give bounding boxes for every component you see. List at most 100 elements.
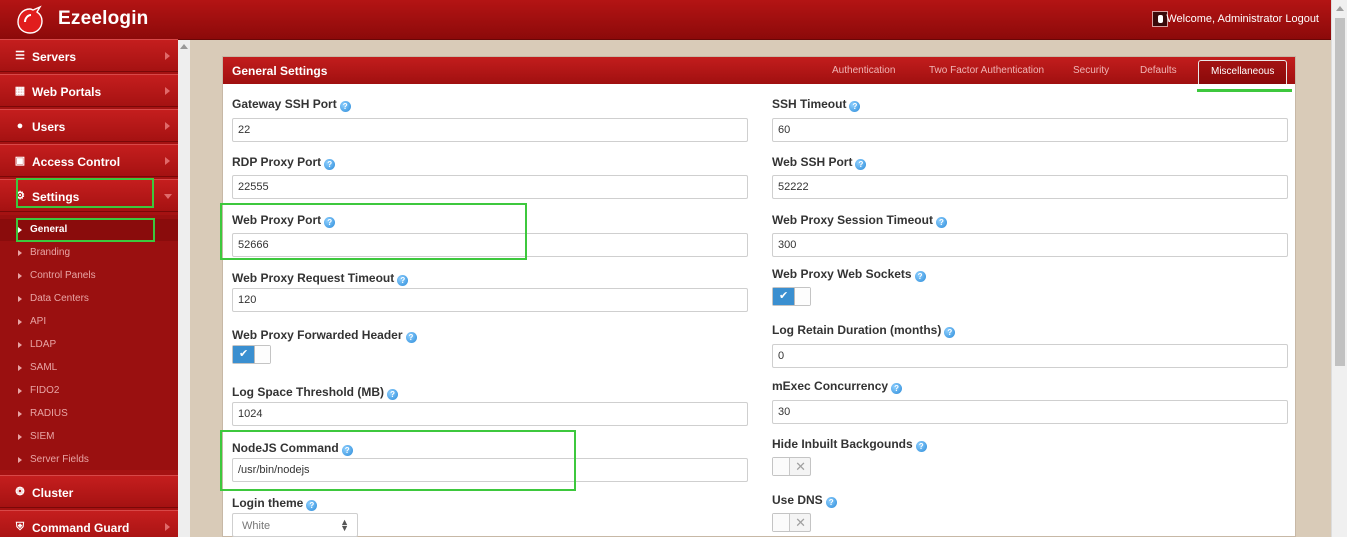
users-icon: ●: [16, 120, 24, 132]
web-ssh-port-input[interactable]: [772, 175, 1288, 199]
page-scrollbar[interactable]: [1331, 0, 1347, 537]
settings-submenu: General Branding Control Panels Data Cen…: [0, 215, 178, 470]
submenu-item-branding[interactable]: Branding: [0, 242, 178, 264]
help-icon[interactable]: ?: [397, 275, 409, 286]
submenu-item-server-fields[interactable]: Server Fields: [0, 449, 178, 471]
help-icon[interactable]: ?: [891, 383, 903, 394]
caret-right-icon: [165, 122, 170, 130]
scroll-up-icon[interactable]: [1336, 6, 1344, 11]
hide-inbuilt-backgrounds-label: Hide Inbuilt Backgounds?: [772, 437, 927, 452]
check-icon: [233, 346, 255, 363]
x-icon: ✕: [795, 459, 806, 474]
sidebar-item-label: Servers: [32, 50, 77, 64]
check-icon: [773, 288, 795, 305]
sidebar-item-command-guard[interactable]: ⛨ Command Guard: [0, 510, 178, 537]
sidebar-item-cluster[interactable]: ❂ Cluster: [0, 475, 178, 508]
mexec-concurrency-label: mExec Concurrency?: [772, 379, 903, 394]
help-icon[interactable]: ?: [387, 389, 399, 400]
welcome-logout[interactable]: Welcome, Administrator Logout: [1166, 13, 1319, 25]
sidebar-item-users[interactable]: ● Users: [0, 109, 178, 142]
web-proxy-web-sockets-toggle[interactable]: [772, 287, 811, 306]
tab-authentication[interactable]: Authentication: [832, 65, 895, 76]
log-space-threshold-label: Log Space Threshold (MB)?: [232, 385, 399, 400]
gateway-ssh-port-label: Gateway SSH Port?: [232, 97, 351, 112]
log-retain-duration-input[interactable]: [772, 344, 1288, 368]
sidebar-item-label: Cluster: [32, 486, 74, 500]
bullet-icon: [18, 296, 22, 302]
web-ssh-port-label: Web SSH Port?: [772, 155, 867, 170]
submenu-label: Data Centers: [30, 293, 89, 304]
highlight-general: [16, 218, 155, 242]
x-icon: ✕: [795, 515, 806, 530]
sidebar-scrollbar[interactable]: [178, 40, 190, 537]
help-icon[interactable]: ?: [849, 101, 861, 112]
log-space-threshold-input[interactable]: [232, 402, 748, 426]
highlight-nodejs-command: [220, 430, 576, 491]
submenu-item-ldap[interactable]: LDAP: [0, 334, 178, 356]
bullet-icon: [18, 319, 22, 325]
web-proxy-session-timeout-label: Web Proxy Session Timeout?: [772, 213, 947, 228]
web-proxy-session-timeout-input[interactable]: [772, 233, 1288, 257]
submenu-item-data-centers[interactable]: Data Centers: [0, 288, 178, 310]
rdp-proxy-port-input[interactable]: [232, 175, 748, 199]
sidebar-item-label: Command Guard: [32, 521, 130, 535]
mexec-concurrency-input[interactable]: [772, 400, 1288, 424]
submenu-item-radius[interactable]: RADIUS: [0, 403, 178, 425]
help-icon[interactable]: ?: [944, 327, 956, 338]
submenu-label: FIDO2: [30, 385, 60, 396]
toggle-knob: [794, 288, 810, 305]
tab-miscellaneous[interactable]: Miscellaneous: [1198, 60, 1288, 84]
bullet-icon: [18, 411, 22, 417]
submenu-label: LDAP: [30, 339, 57, 350]
ssh-timeout-label: SSH Timeout?: [772, 97, 861, 112]
submenu-label: Branding: [30, 247, 71, 258]
login-theme-value: White: [242, 520, 271, 532]
use-dns-toggle[interactable]: ✕: [772, 513, 811, 532]
log-retain-duration-label: Log Retain Duration (months)?: [772, 323, 956, 338]
bullet-icon: [18, 342, 22, 348]
submenu-item-api[interactable]: API: [0, 311, 178, 333]
tab-security[interactable]: Security: [1073, 65, 1109, 76]
highlight-settings: [16, 178, 154, 208]
submenu-item-siem[interactable]: SIEM: [0, 426, 178, 448]
help-icon[interactable]: ?: [915, 441, 927, 452]
help-icon[interactable]: ?: [324, 159, 336, 170]
scroll-up-icon[interactable]: [180, 44, 188, 49]
bullet-icon: [18, 365, 22, 371]
list-icon: ☰: [15, 50, 25, 62]
help-icon[interactable]: ?: [825, 497, 837, 508]
web-proxy-forwarded-header-toggle[interactable]: [232, 345, 271, 364]
brand-name[interactable]: Ezeelogin: [58, 8, 148, 30]
submenu-item-control-panels[interactable]: Control Panels: [0, 265, 178, 287]
caret-right-icon: [165, 52, 170, 60]
sidebar-item-web-portals[interactable]: ▦ Web Portals: [0, 74, 178, 107]
gateway-ssh-port-input[interactable]: [232, 118, 748, 142]
submenu-label: Server Fields: [30, 454, 89, 465]
shield-icon: ⛨: [15, 521, 25, 533]
cluster-icon: ❂: [15, 486, 25, 498]
submenu-label: API: [30, 316, 47, 327]
bullet-icon: [18, 388, 22, 394]
help-icon[interactable]: ?: [405, 332, 417, 343]
hide-inbuilt-backgrounds-toggle[interactable]: ✕: [772, 457, 811, 476]
help-icon[interactable]: ?: [339, 101, 351, 112]
scroll-thumb[interactable]: [1335, 18, 1345, 366]
sidebar-item-servers[interactable]: ☰ Servers: [0, 39, 178, 72]
web-proxy-request-timeout-input[interactable]: [232, 288, 748, 312]
help-icon[interactable]: ?: [914, 271, 926, 282]
login-theme-label: Login theme?: [232, 496, 318, 511]
toggle-knob: [254, 346, 270, 363]
sidebar-item-label: Users: [32, 120, 66, 134]
submenu-item-saml[interactable]: SAML: [0, 357, 178, 379]
submenu-label: RADIUS: [30, 408, 68, 419]
rdp-proxy-port-label: RDP Proxy Port?: [232, 155, 336, 170]
sidebar-item-access-control[interactable]: ▣ Access Control: [0, 144, 178, 177]
tab-two-factor-authentication[interactable]: Two Factor Authentication: [929, 65, 1044, 76]
login-theme-select[interactable]: White ▲ ▼: [232, 513, 358, 537]
submenu-item-fido2[interactable]: FIDO2: [0, 380, 178, 402]
help-icon[interactable]: ?: [855, 159, 867, 170]
help-icon[interactable]: ?: [306, 500, 318, 511]
tab-defaults[interactable]: Defaults: [1140, 65, 1177, 76]
help-icon[interactable]: ?: [935, 217, 947, 228]
ssh-timeout-input[interactable]: [772, 118, 1288, 142]
